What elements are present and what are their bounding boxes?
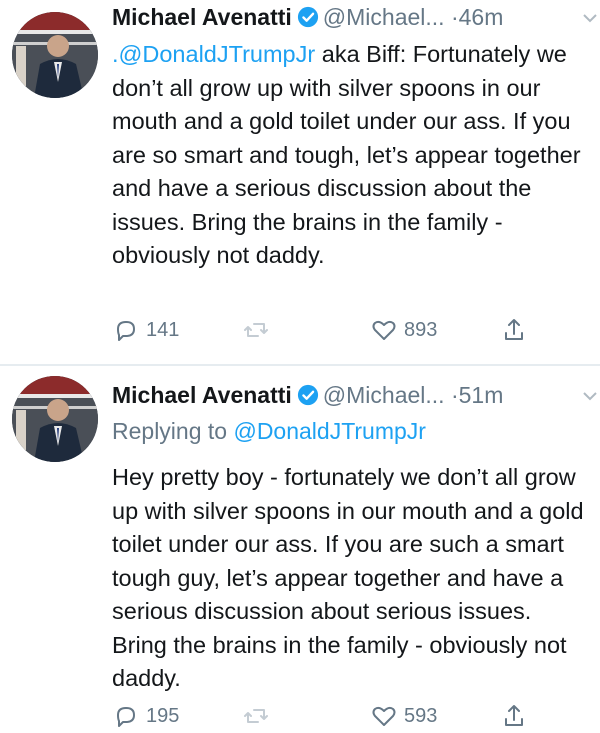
tweet-body: aka Biff: Fortunately we don’t all grow … <box>112 41 581 268</box>
retweet-icon <box>244 323 268 337</box>
avatar[interactable] <box>12 376 98 462</box>
reply-icon <box>117 321 135 341</box>
verified-badge-icon <box>297 384 318 406</box>
retweet-button[interactable] <box>242 313 270 347</box>
tweet-header: Michael Avenatti @Michael... ·46m <box>112 4 503 40</box>
avatar[interactable] <box>12 12 98 98</box>
replying-to-label: Replying to <box>112 418 234 444</box>
tweet-text: .@DonaldJTrumpJr aka Biff: Fortunately w… <box>112 38 592 273</box>
retweet-icon <box>244 709 268 723</box>
like-icon <box>372 706 396 726</box>
share-icon <box>505 319 523 340</box>
share-button[interactable] <box>500 313 528 347</box>
like-button[interactable]: 893 <box>370 313 437 347</box>
reply-icon <box>117 707 135 727</box>
tweet[interactable]: Michael Avenatti @Michael... ·51m Replyin… <box>0 364 600 728</box>
like-count: 893 <box>404 318 438 341</box>
tweet-actions: 141 893 <box>112 313 592 347</box>
chevron-down-icon[interactable] <box>582 12 598 24</box>
avatar-photo <box>12 12 98 98</box>
mention-link[interactable]: .@DonaldJTrumpJr <box>112 41 315 67</box>
tweet-timestamp[interactable]: ·51m <box>451 382 503 408</box>
like-count: 593 <box>404 704 438 727</box>
author-name[interactable]: Michael Avenatti <box>112 4 292 30</box>
replying-to-link[interactable]: @DonaldJTrumpJr <box>233 418 426 444</box>
share-icon <box>505 705 523 726</box>
reply-count: 141 <box>146 318 180 341</box>
chevron-down-icon[interactable] <box>582 390 598 402</box>
author-handle[interactable]: @Michael... <box>323 4 445 30</box>
reply-button[interactable]: 141 <box>112 313 179 347</box>
like-icon <box>372 320 396 340</box>
author-name[interactable]: Michael Avenatti <box>112 382 292 408</box>
reply-count: 195 <box>146 704 180 727</box>
verified-badge-icon <box>297 6 318 28</box>
replying-to: Replying to @DonaldJTrumpJr <box>112 418 426 445</box>
avatar-photo <box>12 376 98 462</box>
tweet-text: Hey pretty boy - fortunately we don’t al… <box>112 464 584 691</box>
tweet-header: Michael Avenatti @Michael... ·51m <box>112 382 503 418</box>
author-handle[interactable]: @Michael... <box>323 382 445 408</box>
tweet[interactable]: Michael Avenatti @Michael... ·46m .@Donal… <box>0 0 600 364</box>
tweet-timestamp[interactable]: ·46m <box>451 4 503 30</box>
